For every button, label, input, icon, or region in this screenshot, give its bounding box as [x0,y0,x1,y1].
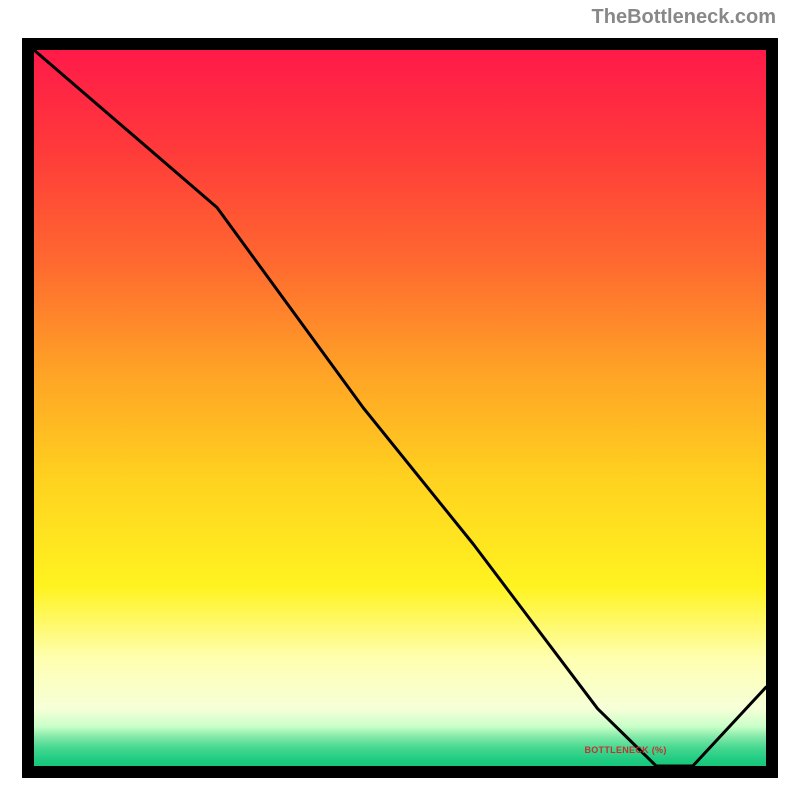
series-label: BOTTLENECK (%) [584,745,666,755]
chart-container: TheBottleneck.com BOTTLENECK (%) [0,0,800,800]
line-plot [34,50,766,766]
plot-area: BOTTLENECK (%) [22,38,778,778]
attribution-text: TheBottleneck.com [592,6,776,29]
bottleneck-line [34,50,766,766]
